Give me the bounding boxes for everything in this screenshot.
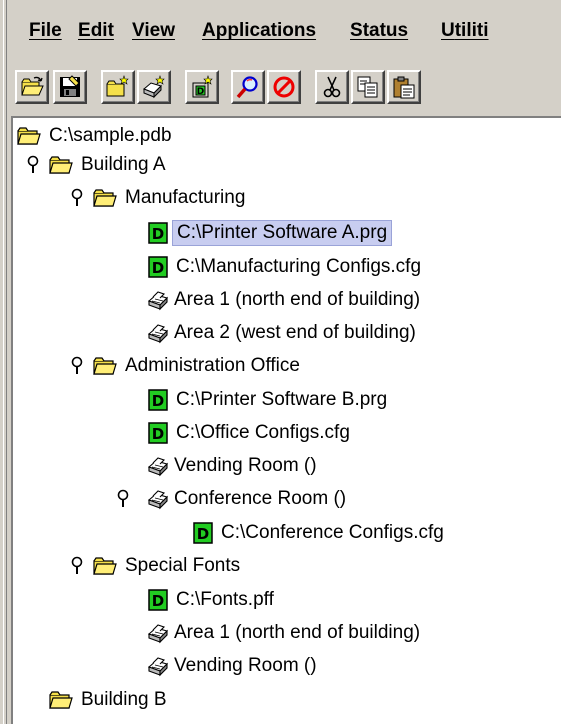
menu-applications[interactable]: Applications <box>202 20 316 42</box>
document-icon <box>148 389 168 411</box>
window-left-edge <box>0 0 7 724</box>
tree-node-building-b[interactable]: Building B <box>49 686 171 714</box>
new-device-icon: D <box>192 75 213 98</box>
area-icon <box>146 488 170 510</box>
menu-view[interactable]: View <box>132 20 175 42</box>
copy-icon <box>357 76 378 98</box>
find-button[interactable] <box>231 70 265 104</box>
svg-text:D: D <box>197 87 204 97</box>
document-icon <box>148 422 168 444</box>
save-icon <box>60 75 80 97</box>
tree-node-root[interactable]: C:\sample.pdb <box>17 122 176 150</box>
tree-node-administration-office[interactable]: Administration Office <box>93 352 304 380</box>
cut-icon <box>323 76 341 98</box>
tree-node-conference-room[interactable]: Conference Room () <box>146 485 350 513</box>
paste-button[interactable] <box>387 70 421 104</box>
menu-bar: File Edit View Applications Status Utili… <box>9 0 561 62</box>
project-tree[interactable]: C:\sample.pdb Building A Manufacturing C… <box>11 116 561 724</box>
menu-status[interactable]: Status <box>350 20 408 42</box>
tree-node-manufacturing-configs[interactable]: C:\Manufacturing Configs.cfg <box>148 253 425 281</box>
new-area-button[interactable] <box>137 70 171 104</box>
tree-node-mfg-area-1[interactable]: Area 1 (north end of building) <box>146 286 424 314</box>
tree-node-fonts-vending-room[interactable]: Vending Room () <box>146 652 321 680</box>
area-icon <box>146 289 170 311</box>
open-button[interactable] <box>15 70 49 104</box>
open-folder-icon <box>21 76 44 96</box>
document-icon <box>148 256 168 278</box>
new-device-button[interactable]: D <box>185 70 219 104</box>
document-icon <box>148 222 168 244</box>
tree-node-admin-vending-room[interactable]: Vending Room () <box>146 452 321 480</box>
expand-handle-icon[interactable] <box>69 355 85 377</box>
area-icon <box>146 322 170 344</box>
cut-button[interactable] <box>315 70 349 104</box>
folder-icon <box>49 689 73 711</box>
stop-button[interactable] <box>267 70 301 104</box>
tree-node-fonts-file[interactable]: C:\Fonts.pff <box>148 586 278 614</box>
folder-icon <box>93 555 117 577</box>
tree-node-printer-software-b[interactable]: C:\Printer Software B.prg <box>148 386 391 414</box>
expand-handle-icon[interactable] <box>69 555 85 577</box>
document-icon <box>193 522 213 544</box>
area-icon <box>146 622 170 644</box>
menu-edit[interactable]: Edit <box>78 20 114 42</box>
folder-icon <box>93 187 117 209</box>
new-folder-button[interactable] <box>101 70 135 104</box>
tree-node-conference-configs[interactable]: C:\Conference Configs.cfg <box>193 519 448 547</box>
folder-icon <box>93 355 117 377</box>
expand-handle-icon[interactable] <box>69 187 85 209</box>
tree-node-special-fonts[interactable]: Special Fonts <box>93 552 244 580</box>
folder-icon <box>17 125 41 147</box>
area-icon <box>146 455 170 477</box>
tree-node-fonts-area-1[interactable]: Area 1 (north end of building) <box>146 619 424 647</box>
new-area-icon <box>143 75 165 99</box>
expand-handle-icon[interactable] <box>115 488 131 510</box>
tree-node-office-configs[interactable]: C:\Office Configs.cfg <box>148 419 354 447</box>
expand-handle-icon[interactable] <box>25 154 41 176</box>
paste-icon <box>393 76 415 99</box>
tree-node-manufacturing[interactable]: Manufacturing <box>93 184 249 212</box>
tree-node-building-a[interactable]: Building A <box>49 151 170 179</box>
area-icon <box>146 655 170 677</box>
menu-utilities[interactable]: Utiliti <box>441 20 489 42</box>
save-button[interactable] <box>53 70 87 104</box>
find-icon <box>236 76 258 99</box>
new-folder-icon <box>106 75 129 97</box>
folder-icon <box>49 154 73 176</box>
stop-icon <box>273 76 295 98</box>
toolbar: D <box>9 66 561 110</box>
tree-node-printer-software-a[interactable]: C:\Printer Software A.prg <box>148 219 393 247</box>
menu-file[interactable]: File <box>29 20 62 42</box>
document-icon <box>148 589 168 611</box>
copy-button[interactable] <box>351 70 385 104</box>
tree-node-mfg-area-2[interactable]: Area 2 (west end of building) <box>146 319 420 347</box>
